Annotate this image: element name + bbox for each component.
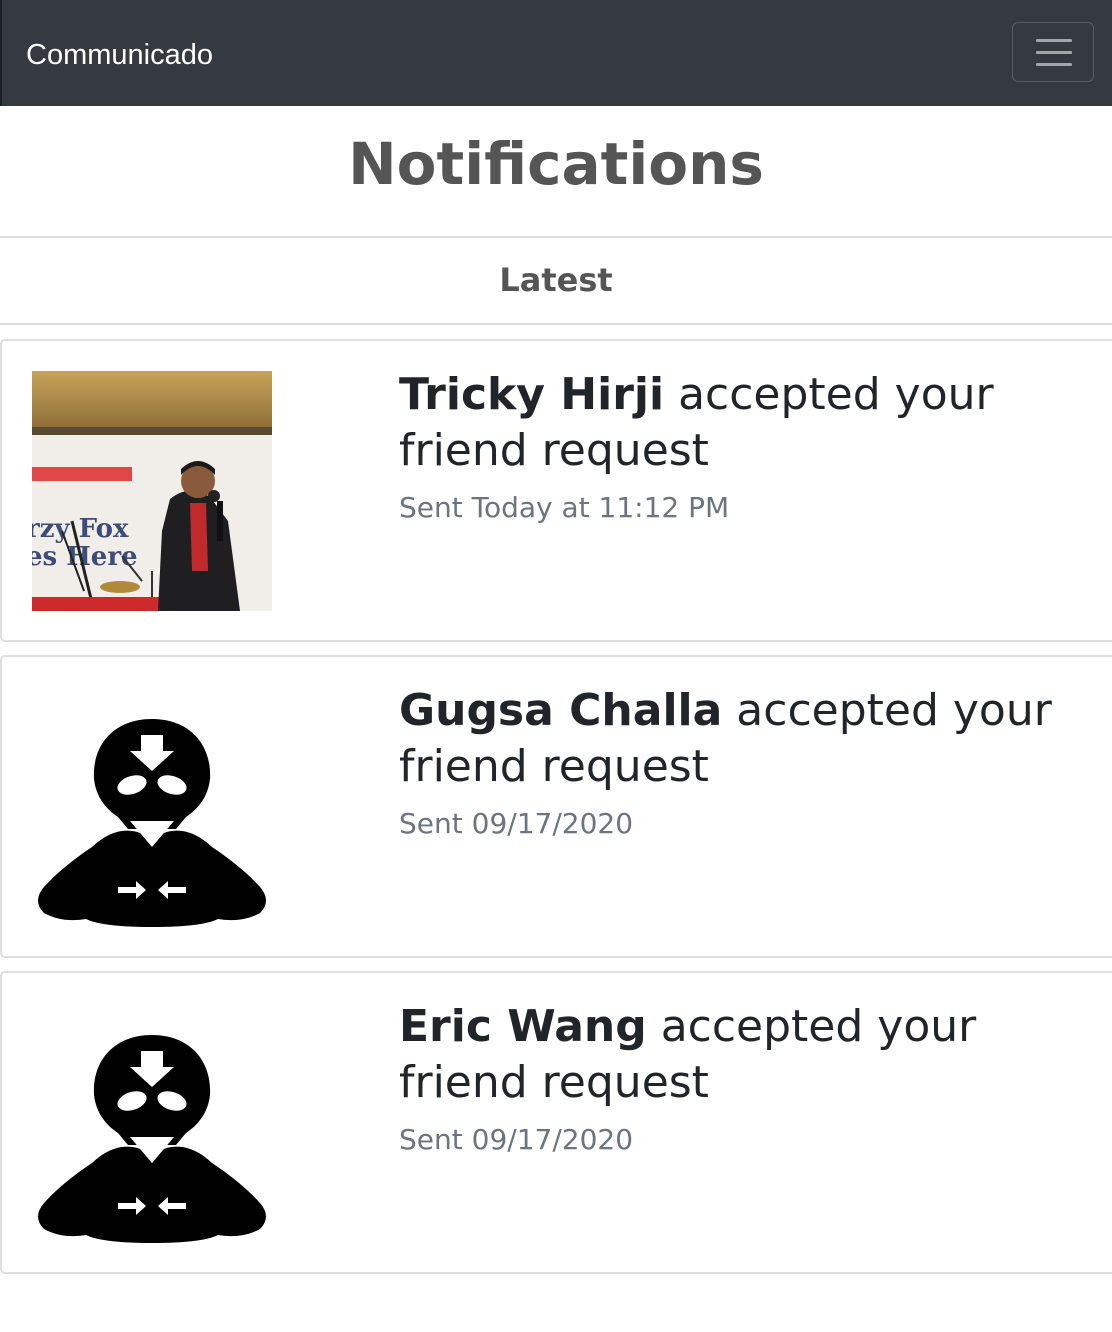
default-avatar-icon xyxy=(38,1035,266,1243)
notification-timestamp: Sent 09/17/2020 xyxy=(399,807,634,840)
notification-text: Tricky Hirji accepted your friend reques… xyxy=(399,367,1099,527)
section-header-latest: Latest xyxy=(0,236,1112,325)
page-title: Notifications xyxy=(348,130,764,198)
hamburger-menu-icon xyxy=(1036,39,1072,42)
notification-text: Eric Wang accepted your friend request S… xyxy=(399,999,1099,1159)
notification-message: Eric Wang accepted your friend request xyxy=(399,999,1099,1111)
notification-message: Tricky Hirji accepted your friend reques… xyxy=(399,367,1099,479)
user-photo: rzy Fox es Here xyxy=(32,371,272,611)
notification-timestamp: Sent 09/17/2020 xyxy=(399,1123,634,1156)
notification-text: Gugsa Challa accepted your friend reques… xyxy=(399,683,1099,843)
notification-card[interactable]: Gugsa Challa accepted your friend reques… xyxy=(0,655,1112,958)
notification-card[interactable]: Eric Wang accepted your friend request S… xyxy=(0,971,1112,1274)
notification-message: Gugsa Challa accepted your friend reques… xyxy=(399,683,1099,795)
hamburger-menu-icon-line xyxy=(1036,51,1072,54)
hamburger-menu-icon-line xyxy=(1036,63,1072,66)
photo-banner-text: rzy Fox xyxy=(32,514,129,544)
top-navbar: Communicado xyxy=(0,0,1112,106)
friend-name[interactable]: Tricky Hirji xyxy=(399,369,664,420)
friend-name[interactable]: Eric Wang xyxy=(399,1001,647,1052)
notification-timestamp: Sent Today at 11:12 PM xyxy=(399,491,730,524)
friend-name[interactable]: Gugsa Challa xyxy=(399,685,722,736)
default-avatar-icon xyxy=(38,719,266,927)
notification-card[interactable]: rzy Fox es Here Tricky Hirji accepted yo… xyxy=(0,339,1112,642)
brand-link[interactable]: Communicado xyxy=(26,36,213,74)
navbar-toggle-button[interactable] xyxy=(1012,22,1094,82)
